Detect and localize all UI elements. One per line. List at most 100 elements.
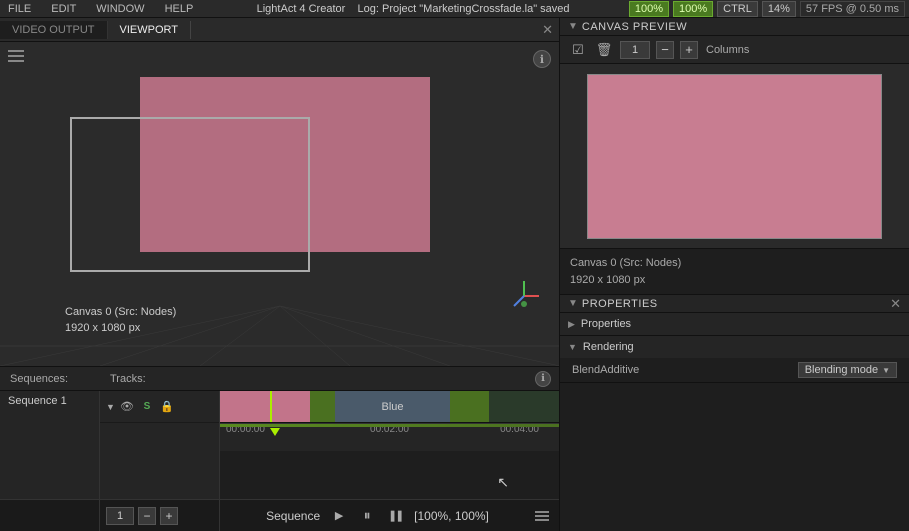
rendering-section-title: Rendering <box>583 341 634 353</box>
left-panel: VIDEO OUTPUT VIEWPORT ✕ ℹ <box>0 18 560 531</box>
zoom1-metric: 100% <box>629 1 669 17</box>
sequences-label: Sequences: <box>0 373 100 385</box>
blend-mode-row: BlendAdditive Blending mode ▼ <box>560 358 909 382</box>
playhead[interactable] <box>270 391 272 422</box>
menu-bar: FILE EDIT WINDOW HELP LightAct 4 Creator… <box>0 0 909 18</box>
viewport-hamburger-icon[interactable] <box>8 50 24 62</box>
canvas-preview-display <box>560 64 909 249</box>
axis-indicator <box>504 276 544 316</box>
track-block-dark <box>489 391 559 422</box>
blend-mode-dropdown[interactable]: Blending mode ▼ <box>798 362 897 378</box>
track-s-icon[interactable]: S <box>139 399 155 415</box>
hamburger-line <box>535 511 549 513</box>
viewport-3d[interactable]: ℹ <box>0 42 559 366</box>
viewport-info-icon[interactable]: ℹ <box>533 50 551 68</box>
canvas-preview-thumbnail <box>587 74 882 239</box>
canvas-preview-content <box>588 75 881 238</box>
tab-viewport[interactable]: VIEWPORT <box>108 21 191 39</box>
playhead-arrow <box>270 428 280 436</box>
seq-header: Sequences: Tracks: ℹ <box>0 367 559 391</box>
canvas-preview-toolbar: ☑ 🗑 − + Columns <box>560 36 909 64</box>
seq-bottom-left <box>0 500 100 531</box>
menu-edit[interactable]: EDIT <box>47 3 80 15</box>
track-expand-icon[interactable]: ▼ <box>106 402 115 412</box>
hamburger-line <box>535 519 549 521</box>
right-panel: ▼ CANVAS PREVIEW ☑ 🗑 − + Columns Canvas … <box>560 18 909 531</box>
hamburger-line <box>535 515 549 517</box>
track-lock-icon[interactable]: 🔒 <box>159 399 175 415</box>
prop-arrow-right-icon: ▶ <box>568 319 575 330</box>
canvas-preview-header: ▼ CANVAS PREVIEW <box>560 18 909 36</box>
timeline-area[interactable]: Blue ↖ 00:00:00 00:02:00 00:04:00 <box>220 391 559 499</box>
menu-file[interactable]: FILE <box>4 3 35 15</box>
blend-dropdown-arrow-icon: ▼ <box>882 366 890 375</box>
canvas-preview-size: 1920 x 1080 px <box>570 272 899 289</box>
column-number-input[interactable] <box>620 41 650 59</box>
sequences-list: Sequence 1 <box>0 391 100 499</box>
tracks-controls: ▼ 👁 S 🔒 <box>100 391 220 499</box>
canvas-preview-info: Canvas 0 (Src: Nodes) 1920 x 1080 px <box>560 249 909 295</box>
playback-sequence-label: Sequence <box>266 509 320 523</box>
rendering-section-header[interactable]: ▼ Rendering <box>560 336 909 358</box>
play-button[interactable]: ▶ <box>330 507 348 525</box>
track-control-row: ▼ 👁 S 🔒 <box>100 391 219 423</box>
canvas-rect-front <box>70 117 310 272</box>
blend-mode-value: Blending mode <box>805 364 878 376</box>
canvas-checkbox-icon[interactable]: ☑ <box>568 40 588 60</box>
col-minus-button[interactable]: − <box>656 41 674 59</box>
seq-body: Sequence 1 ▼ 👁 S 🔒 Blue <box>0 391 559 499</box>
properties-title: PROPERTIES <box>582 298 658 310</box>
stop-button[interactable]: ❚❚ <box>386 507 404 525</box>
menu-window[interactable]: WINDOW <box>92 3 148 15</box>
ruler-green-bar <box>220 424 559 427</box>
viewport-canvas-label: Canvas 0 (Src: Nodes) 1920 x 1080 px <box>65 305 176 336</box>
viewport-canvas: ℹ <box>0 42 559 366</box>
hamburger-line <box>8 60 24 62</box>
canvas-preview-collapse-icon[interactable]: ▼ <box>568 21 578 32</box>
frame-minus-button[interactable]: − <box>138 507 156 525</box>
properties-section-title: Properties <box>581 318 631 330</box>
track-block-pink <box>220 391 310 422</box>
track-row-green: Blue <box>220 391 559 423</box>
tab-video-output[interactable]: VIDEO OUTPUT <box>0 21 108 39</box>
seq-info-icon[interactable]: ℹ <box>535 371 551 387</box>
columns-label: Columns <box>706 44 749 56</box>
rendering-section: ▼ Rendering BlendAdditive Blending mode … <box>560 336 909 383</box>
frame-number-input[interactable] <box>106 507 134 525</box>
hamburger-line <box>8 55 24 57</box>
timeline-ruler: 00:00:00 00:02:00 00:04:00 <box>220 423 559 451</box>
pause-button[interactable]: ⏸ <box>358 507 376 525</box>
properties-collapse-icon[interactable]: ▼ <box>568 298 578 309</box>
canvas-trash-icon[interactable]: 🗑 <box>594 40 614 60</box>
menu-metrics: 100% 100% CTRL 14% 57 FPS @ 0.50 ms <box>629 1 905 17</box>
track-block-blue: Blue <box>335 391 450 422</box>
fps-metric: 57 FPS @ 0.50 ms <box>800 1 905 17</box>
prop-arrow-down-icon: ▼ <box>568 342 577 352</box>
tracks-label: Tracks: <box>100 373 220 385</box>
properties-section: ▶ Properties <box>560 313 909 336</box>
playback-hamburger-icon[interactable] <box>535 511 549 521</box>
menu-help[interactable]: HELP <box>161 3 198 15</box>
frame-plus-button[interactable]: + <box>160 507 178 525</box>
main-area: VIDEO OUTPUT VIEWPORT ✕ ℹ <box>0 18 909 531</box>
track-eye-icon[interactable]: 👁 <box>119 399 135 415</box>
zoom2-metric: 100% <box>673 1 713 17</box>
playback-controls: Sequence ▶ ⏸ ❚❚ [100%, 100%] <box>220 507 535 525</box>
properties-body: ▶ Properties ▼ Rendering BlendAdditive B… <box>560 313 909 531</box>
viewport-close-icon[interactable]: ✕ <box>542 22 553 38</box>
playback-status: [100%, 100%] <box>414 509 489 523</box>
properties-close-icon[interactable]: ✕ <box>890 296 901 312</box>
sequence-item[interactable]: Sequence 1 <box>0 391 99 411</box>
sequence-tracks-panel: Sequences: Tracks: ℹ Sequence 1 ▼ 👁 S 🔒 <box>0 366 559 531</box>
properties-section-header[interactable]: ▶ Properties <box>560 313 909 335</box>
cursor-arrow-icon: ↖ <box>497 474 509 491</box>
canvas-preview-label: Canvas 0 (Src: Nodes) <box>570 255 899 272</box>
properties-header: ▼ PROPERTIES ✕ <box>560 295 909 313</box>
playback-bottom-bar: − + Sequence ▶ ⏸ ❚❚ [100%, 100%] <box>0 499 559 531</box>
viewport-header: VIDEO OUTPUT VIEWPORT ✕ <box>0 18 559 42</box>
col-plus-button[interactable]: + <box>680 41 698 59</box>
hamburger-line <box>8 50 24 52</box>
track-bottom-controls: − + <box>100 500 220 531</box>
cpu-metric: 14% <box>762 1 796 17</box>
ctrl-metric: CTRL <box>717 1 758 17</box>
